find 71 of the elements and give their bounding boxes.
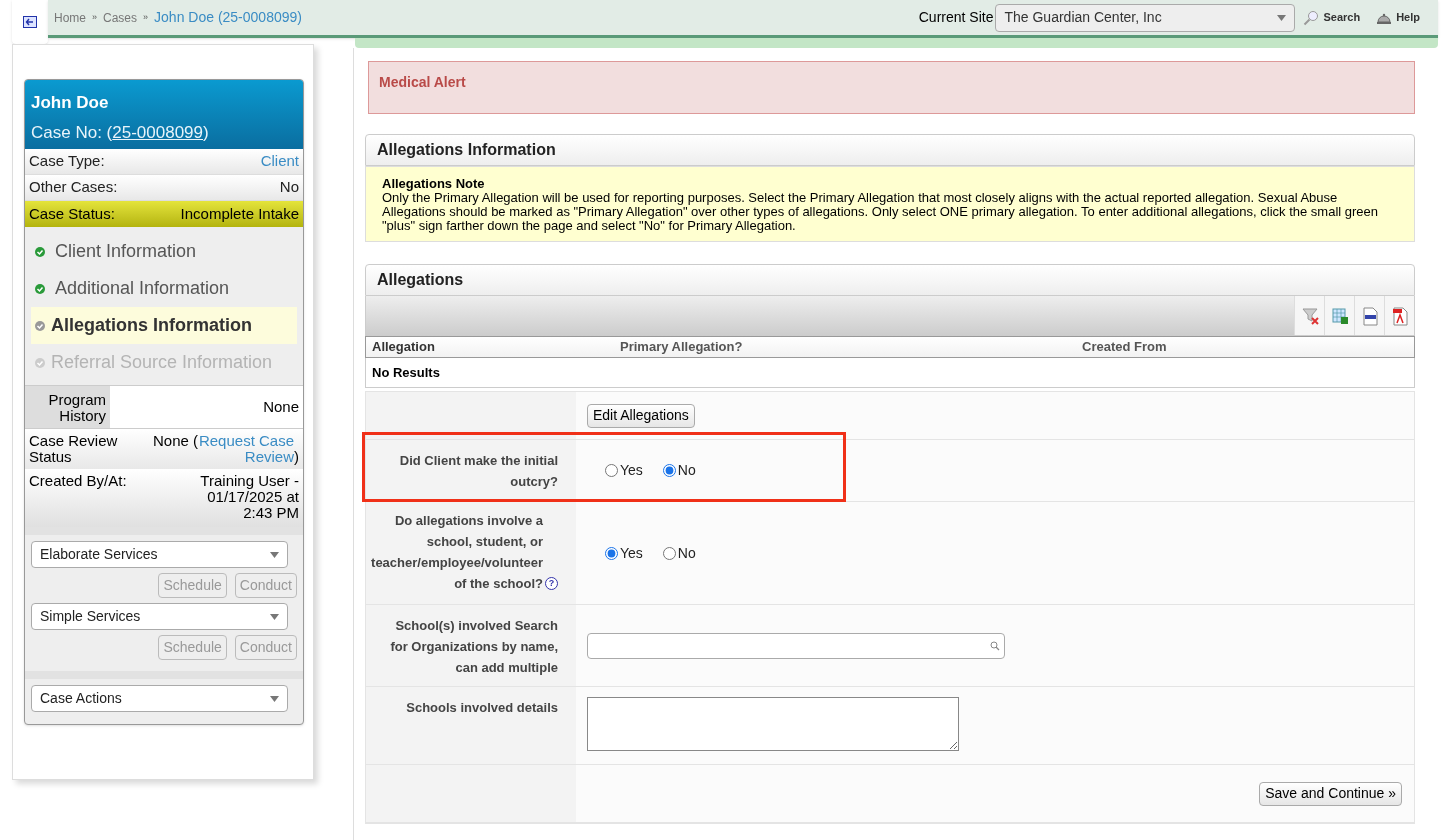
toolbar-button[interactable] bbox=[1324, 296, 1354, 335]
caret-icon bbox=[270, 613, 279, 620]
toolbar-button[interactable] bbox=[1354, 296, 1384, 335]
info-label: Created By/At: bbox=[29, 473, 127, 491]
info-value: No bbox=[279, 177, 299, 198]
alert-title: Medical Alert bbox=[379, 74, 466, 90]
breadcrumb-link[interactable]: Cases bbox=[103, 8, 138, 27]
radio-button[interactable] bbox=[605, 464, 618, 477]
radio-label: No bbox=[677, 461, 696, 480]
site-label: Current Site bbox=[918, 8, 994, 27]
site-select[interactable]: The Guardian Center, Inc bbox=[995, 3, 1296, 32]
request-review-link[interactable]: Request Case Review bbox=[198, 433, 294, 465]
back-button[interactable] bbox=[12, 0, 48, 44]
info-value: None bbox=[110, 386, 303, 428]
dropdown[interactable]: Simple Services bbox=[31, 603, 288, 630]
dropdown[interactable]: Elaborate Services bbox=[31, 541, 288, 568]
step-item[interactable]: Client Information bbox=[31, 233, 297, 270]
column-header: Primary Allegation? bbox=[620, 338, 744, 357]
case-number: Case No: (25-0008099) bbox=[31, 121, 210, 144]
radio-button[interactable] bbox=[662, 464, 676, 477]
field-label: Did Client make the initial outcry? bbox=[398, 452, 558, 491]
radio-label: Yes bbox=[620, 543, 643, 563]
save-button[interactable]: Save and Continue » bbox=[1259, 781, 1402, 806]
info-value: ) bbox=[294, 449, 299, 465]
info-link[interactable]: Client bbox=[260, 150, 299, 173]
toolbar-button[interactable] bbox=[1294, 296, 1324, 335]
info-label: Case Status: bbox=[29, 203, 115, 224]
spreadsheet-icon bbox=[1329, 305, 1350, 326]
breadcrumb-separator: » bbox=[92, 10, 98, 24]
radio-button[interactable] bbox=[662, 546, 676, 560]
breadcrumb-separator: » bbox=[143, 10, 149, 24]
field-label: Schools involved details bbox=[406, 699, 558, 717]
note-text: Only the Primary Allegation will be used for reporting purposes. Select the Primary Allegation that most closely aligns with the actual reported allegation. Sexual Abuse Allegations should be marked as "Primary Allegation" over other types of allegations. Only select ONE primary allegation. To enter additional allegations, click the small green "plus" sign farther down the page and select "No" for Primary Allegation. bbox=[382, 191, 1380, 233]
note-title: Allegations Note bbox=[382, 177, 486, 191]
info-value: Incomplete Intake bbox=[180, 203, 299, 224]
column-header: Created From bbox=[1082, 338, 1168, 357]
column-header: Allegation bbox=[371, 338, 436, 357]
case-number-link[interactable]: 25-0008099 bbox=[112, 122, 203, 142]
case-name: John Doe bbox=[31, 92, 110, 114]
step-item[interactable]: Allegations Information bbox=[31, 307, 297, 344]
help-link[interactable]: Help bbox=[1376, 9, 1420, 26]
text-area[interactable] bbox=[587, 697, 959, 751]
edit-button[interactable]: Edit Allegations bbox=[587, 403, 695, 428]
step-item[interactable]: Additional Information bbox=[31, 270, 297, 307]
info-label: Other Cases: bbox=[29, 177, 118, 198]
breadcrumb-link[interactable]: Home bbox=[54, 8, 86, 27]
search-icon bbox=[990, 640, 1000, 651]
caret-icon bbox=[270, 551, 279, 558]
radio-label: No bbox=[677, 543, 696, 563]
search-link[interactable]: Search bbox=[1303, 9, 1361, 26]
info-label: Case Review Status bbox=[29, 433, 119, 465]
radio-label: Yes bbox=[620, 461, 643, 480]
info-label: Program History bbox=[25, 386, 110, 428]
section-title: Allegations Information bbox=[377, 140, 556, 160]
section-title: Allegations bbox=[377, 270, 464, 290]
caret-icon bbox=[270, 695, 279, 702]
search-field[interactable] bbox=[587, 632, 1005, 659]
empty-message: No Results bbox=[372, 363, 440, 382]
exit-icon bbox=[23, 16, 37, 28]
help-button[interactable]: ? bbox=[545, 577, 558, 590]
field-label: Do allegations involve a school, student, or teacher/employee/volunteer of the school? bbox=[371, 512, 543, 593]
radio-button[interactable] bbox=[605, 546, 618, 560]
caret-icon bbox=[1277, 14, 1287, 21]
info-value: None ( bbox=[152, 433, 198, 449]
field-label: School(s) involved Search for Organizations by name, can add multiple bbox=[389, 617, 558, 677]
toolbar-button[interactable] bbox=[1384, 296, 1414, 335]
info-label: Case Type: bbox=[29, 151, 105, 172]
search-icon bbox=[1303, 9, 1320, 26]
clear-filter-icon bbox=[1299, 305, 1320, 326]
info-value: Training User - 01/17/2025 at 2:43 PM bbox=[199, 473, 299, 521]
dropdown[interactable]: Case Actions bbox=[31, 685, 288, 712]
